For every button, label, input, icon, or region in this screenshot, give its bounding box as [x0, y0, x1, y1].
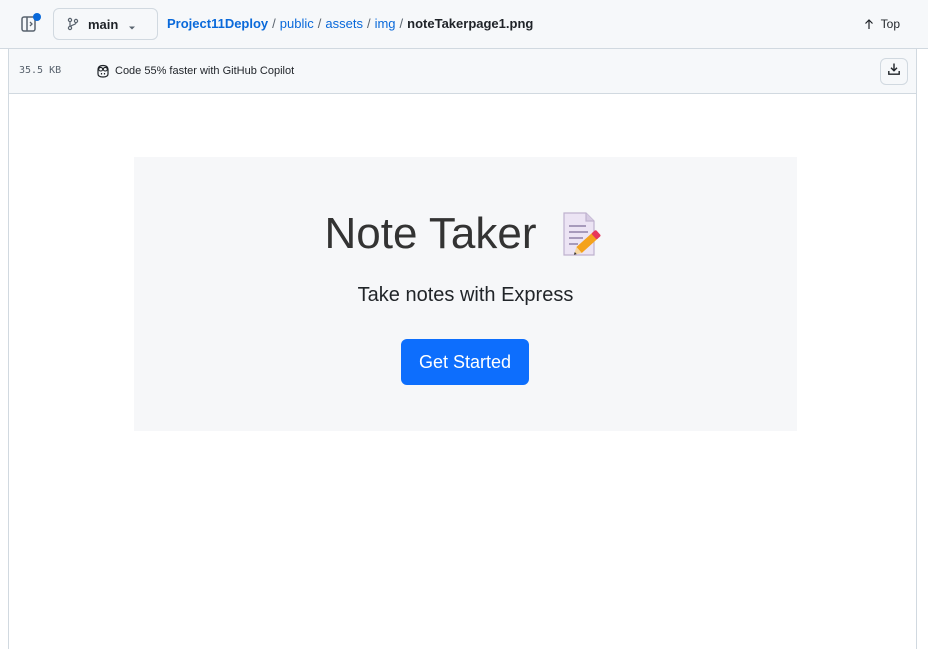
chevron-down-icon: [128, 20, 136, 30]
branch-selector-button[interactable]: main: [53, 8, 158, 40]
image-viewer: Note Taker Take notes with Express Get S…: [8, 94, 917, 649]
breadcrumb-repo-link[interactable]: Project11Deploy: [167, 16, 268, 31]
file-header: main Project11Deploy / public / assets / img / n…: [0, 0, 928, 49]
arrow-up-icon: [863, 18, 875, 30]
preview-title: Note Taker: [134, 209, 797, 259]
breadcrumb-separator: /: [272, 16, 276, 31]
file-size: 35.5 KB: [19, 65, 62, 76]
breadcrumb-assets-link[interactable]: assets: [325, 16, 363, 31]
breadcrumb-separator: /: [317, 16, 322, 31]
branch-name: main: [88, 16, 119, 32]
top-label: Top: [880, 17, 900, 31]
breadcrumb-separator: /: [366, 16, 371, 31]
get-started-button: Get Started: [401, 339, 529, 385]
git-branch-icon: [66, 17, 80, 31]
copilot-icon: [95, 63, 111, 79]
back-to-top-link[interactable]: Top: [863, 17, 900, 31]
preview-title-text: Note Taker: [324, 209, 537, 258]
breadcrumb-current-file: noteTakerpage1.png: [407, 16, 534, 31]
copilot-promo-text: Code 55% faster with GitHub Copilot: [115, 65, 295, 77]
file-info-bar: 35.5 KB Code 55% faster with GitHub Copi…: [8, 49, 917, 94]
breadcrumb: Project11Deploy / public / assets / img / noteTa…: [167, 16, 533, 31]
breadcrumb-separator: /: [399, 16, 404, 31]
download-button[interactable]: [880, 58, 908, 85]
screenshot-preview: Note Taker Take notes with Express Get S…: [134, 157, 797, 431]
breadcrumb-img-link[interactable]: img: [375, 16, 396, 31]
file-tree-toggle-icon[interactable]: [20, 12, 42, 34]
download-icon: [887, 62, 901, 81]
breadcrumb-public-link[interactable]: public: [280, 16, 314, 31]
memo-icon: [558, 210, 606, 258]
copilot-promo-link[interactable]: Code 55% faster with GitHub Copilot: [95, 63, 294, 79]
preview-subtitle: Take notes with Express: [357, 284, 574, 306]
